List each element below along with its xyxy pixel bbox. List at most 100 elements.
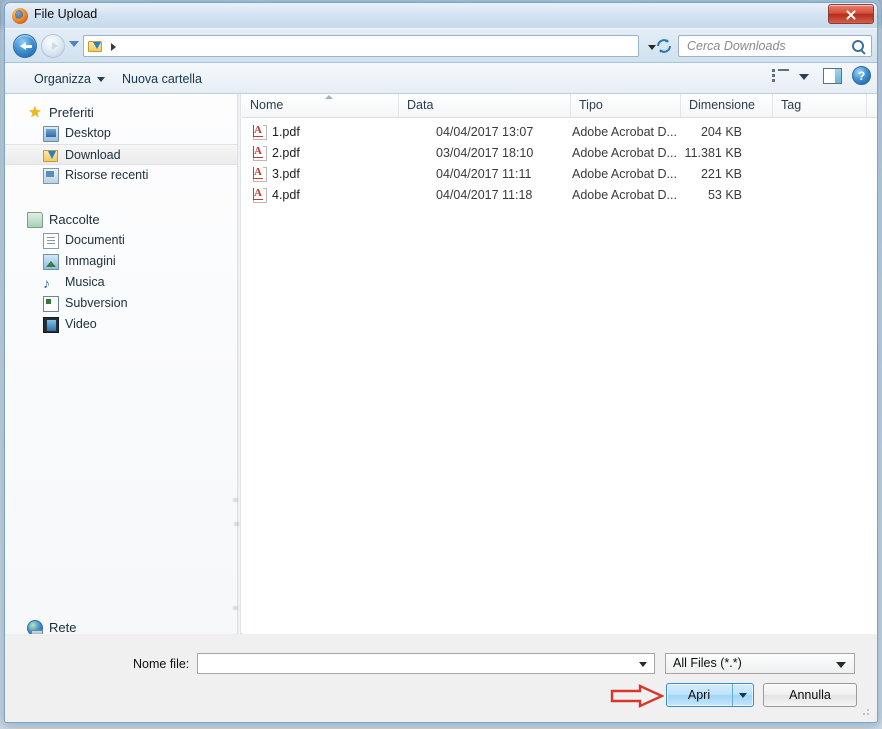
resize-grip[interactable] [861,707,871,717]
sidebar-item-label: Musica [65,275,105,289]
sidebar-item-desktop[interactable]: Desktop [5,123,237,144]
desktop-icon [43,126,59,142]
cancel-button[interactable]: Annulla [763,683,857,707]
sidebar-item-documenti[interactable]: Documenti [5,230,237,251]
column-header-tag[interactable]: Tag [773,94,867,117]
chevron-down-icon [836,662,846,668]
table-row[interactable]: 3.pdf 04/04/2017 11:11 Adobe Acrobat D..… [242,164,877,185]
star-icon: ★ [28,104,42,121]
open-dropdown-button[interactable] [732,684,753,706]
file-type: Adobe Acrobat D... [572,146,677,160]
organize-label: Organizza [34,72,91,86]
file-type: Adobe Acrobat D... [572,167,677,181]
pictures-icon [43,254,59,270]
navigation-sidebar: ★ Preferiti Desktop Download Risorse rec… [5,94,237,634]
column-header-tipo[interactable]: Tipo [571,94,681,117]
music-icon: ♪ [43,275,50,291]
sort-ascending-icon [325,95,333,99]
sidebar-item-download[interactable]: Download [5,144,237,165]
breadcrumb-separator-icon[interactable] [111,43,116,51]
file-name: 4.pdf [272,188,300,202]
file-type: Adobe Acrobat D... [572,188,677,202]
view-list-icon[interactable] [772,69,789,82]
sidebar-item-label: Documenti [65,233,125,247]
sidebar-group-label: Rete [49,620,77,634]
organize-button[interactable]: Organizza [27,69,112,89]
sidebar-group-raccolte[interactable]: Raccolte [5,209,237,230]
column-header-nome[interactable]: Nome [242,94,399,117]
pdf-file-icon [253,145,267,161]
open-button[interactable]: Apri [666,683,754,707]
downloads-folder-icon [88,39,104,54]
table-row[interactable]: 1.pdf 04/04/2017 13:07 Adobe Acrobat D..… [242,122,877,143]
sidebar-item-label: Subversion [65,296,128,310]
sidebar-item-video[interactable]: Video [5,314,237,335]
chevron-down-icon[interactable] [799,74,809,80]
downloads-folder-icon [43,148,59,164]
filename-input[interactable] [197,653,655,674]
preview-pane-icon[interactable] [823,68,842,84]
file-type-filter-select[interactable]: All Files (*.*) [665,653,855,674]
file-date: 04/04/2017 13:07 [436,125,534,139]
file-date: 04/04/2017 11:18 [436,188,533,202]
sidebar-item-label: Video [65,317,97,331]
firefox-icon [12,8,28,24]
sidebar-item-risorse-recenti[interactable]: Risorse recenti [5,165,237,186]
sidebar-group-rete[interactable]: Rete [5,617,237,634]
sidebar-group-label: Preferiti [49,105,94,120]
video-icon [43,317,59,333]
libraries-icon [27,212,43,228]
chevron-down-icon[interactable] [639,662,647,667]
render-artifact [233,606,238,610]
sidebar-group-label: Raccolte [49,212,100,227]
sidebar-item-subversion[interactable]: Subversion [5,293,237,314]
column-header-data[interactable]: Data [399,94,571,117]
file-name: 1.pdf [272,125,300,139]
sidebar-item-label: Desktop [65,126,111,140]
refresh-icon[interactable] [655,37,673,55]
file-date: 04/04/2017 11:11 [436,167,532,181]
navigation-bar: Cerca Downloads [5,29,877,63]
new-folder-button[interactable]: Nuova cartella [115,69,209,89]
file-size: 204 KB [700,125,742,139]
chevron-down-icon [96,77,105,83]
file-size: 53 KB [707,188,742,202]
sidebar-item-label: Download [65,148,121,162]
table-row[interactable]: 2.pdf 03/04/2017 18:10 Adobe Acrobat D..… [242,143,877,164]
open-label: Apri [687,688,711,702]
table-row[interactable]: 4.pdf 04/04/2017 11:18 Adobe Acrobat D..… [242,185,877,206]
file-type-filter-value: All Files (*.*) [673,656,742,670]
address-bar[interactable] [83,35,656,57]
column-header-dimensione[interactable]: Dimensione [681,94,773,117]
sidebar-splitter[interactable] [237,94,241,634]
chevron-down-icon[interactable] [69,41,79,47]
file-type: Adobe Acrobat D... [572,125,677,139]
search-icon [852,40,864,52]
filename-label: Nome file: [133,657,190,671]
forward-arrow-icon[interactable] [41,34,65,58]
search-placeholder: Cerca Downloads [687,39,786,53]
file-size: 221 KB [700,167,742,181]
file-name: 3.pdf [272,167,300,181]
documents-icon [43,233,59,249]
window-title: File Upload [34,7,98,21]
column-label: Nome [250,98,284,112]
file-date: 03/04/2017 18:10 [436,146,534,160]
sidebar-item-immagini[interactable]: Immagini [5,251,237,272]
red-arrow-right-icon [610,684,665,708]
file-size: 11.381 KB [684,146,742,160]
main-content: ★ Preferiti Desktop Download Risorse rec… [5,94,877,668]
recent-places-icon [43,168,59,184]
file-name: 2.pdf [272,146,300,160]
file-list-pane: Nome Data Tipo Dimensione Tag 1.pdf 04/0… [242,94,877,634]
search-input[interactable]: Cerca Downloads [678,35,872,57]
file-upload-dialog: File Upload Cerca Downloads Organizza Nu… [4,2,878,723]
help-icon[interactable]: ? [852,66,871,85]
pdf-file-icon [253,187,267,203]
back-arrow-icon[interactable] [13,34,37,58]
close-icon[interactable] [828,4,874,24]
sidebar-item-musica[interactable]: ♪ Musica [5,272,237,293]
sidebar-group-preferiti[interactable]: ★ Preferiti [5,102,237,123]
sidebar-item-label: Risorse recenti [65,168,149,182]
network-icon [27,620,43,634]
